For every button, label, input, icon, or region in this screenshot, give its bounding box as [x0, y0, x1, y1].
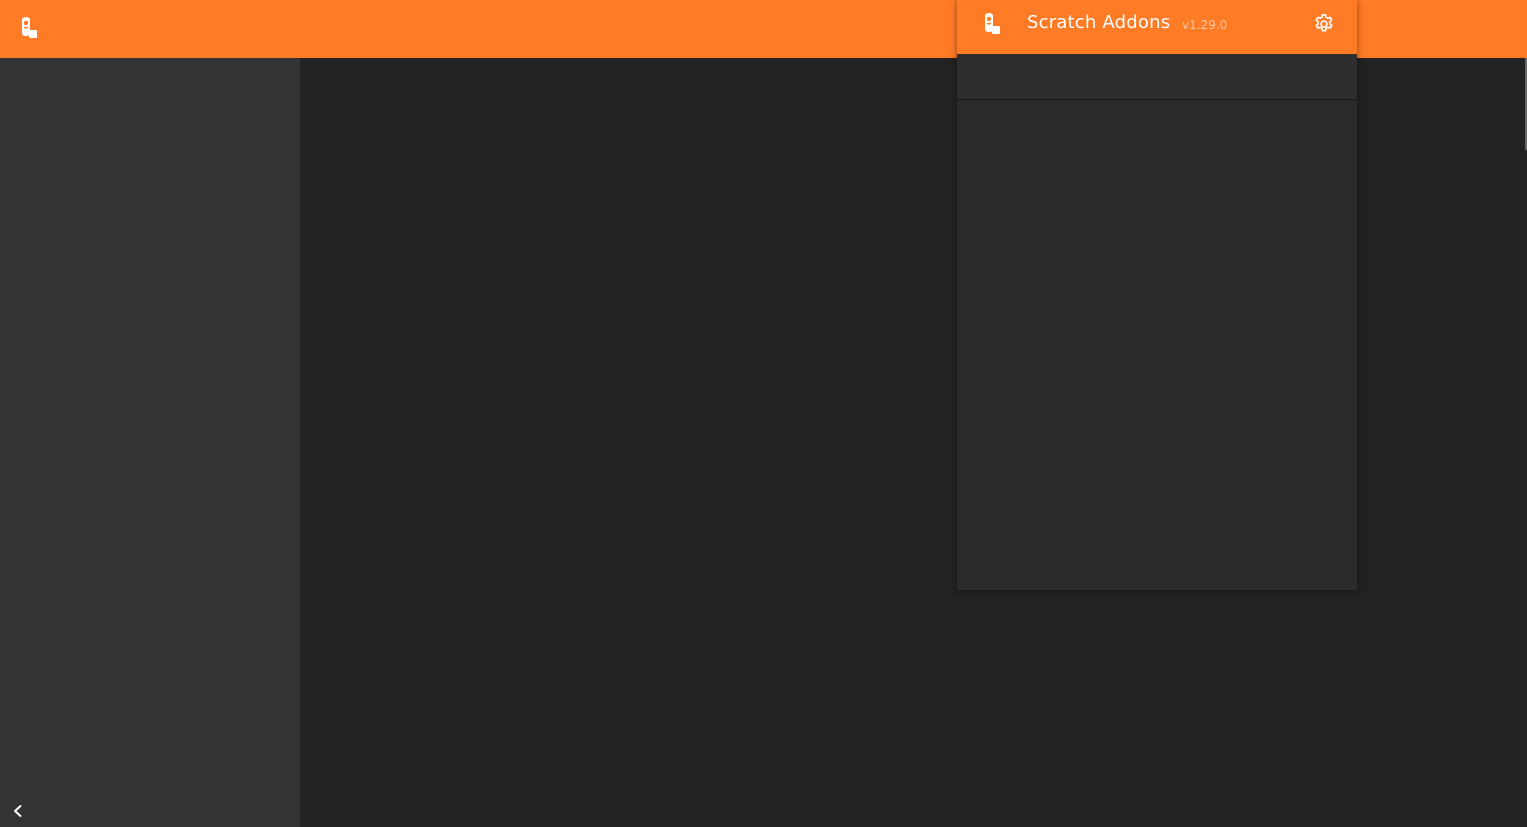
chevron-left-icon[interactable]: [8, 801, 28, 821]
popup-title: Scratch Addons: [1027, 12, 1171, 33]
scratch-addons-logo-icon[interactable]: [19, 16, 39, 40]
version-label: v1.29.0: [1182, 18, 1228, 32]
popup-header: Scratch Addons v1.29.0: [957, 0, 1357, 54]
scratch-addons-logo-icon: [982, 12, 1002, 36]
sidebar: [0, 58, 300, 827]
popup-body: [957, 100, 1357, 590]
gear-icon[interactable]: [1313, 13, 1335, 35]
extension-popup: Scratch Addons v1.29.0: [957, 0, 1357, 590]
popup-tab-bar: [957, 54, 1357, 100]
